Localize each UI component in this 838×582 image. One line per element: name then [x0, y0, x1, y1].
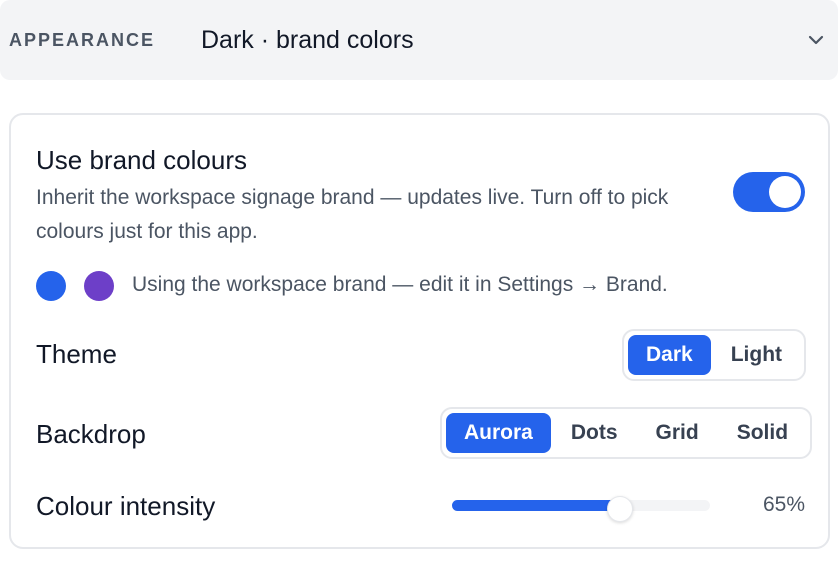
chevron-down-icon[interactable]	[806, 30, 826, 50]
theme-option-dark[interactable]: Dark	[628, 335, 711, 375]
appearance-section-header[interactable]: APPEARANCE Dark · brand colors	[0, 0, 838, 80]
appearance-card: Use brand colours Inherit the workspace …	[9, 113, 830, 549]
colour-intensity-slider[interactable]	[452, 496, 710, 522]
section-summary: Dark · brand colors	[201, 26, 414, 54]
slider-fill	[452, 500, 620, 511]
brand-colours-title: Use brand colours	[36, 145, 247, 175]
theme-option-light[interactable]: Light	[713, 335, 800, 375]
brand-colours-description: Inherit the workspace signage brand — up…	[36, 186, 669, 243]
theme-selector: Dark Light	[622, 329, 807, 381]
backdrop-option-grid[interactable]: Grid	[638, 413, 717, 453]
brand-colours-toggle[interactable]	[733, 172, 805, 212]
section-label: APPEARANCE	[9, 30, 156, 50]
brand-swatch-secondary	[84, 271, 114, 301]
backdrop-option-aurora[interactable]: Aurora	[446, 413, 551, 453]
slider-thumb[interactable]	[606, 496, 633, 522]
backdrop-label: Backdrop	[36, 419, 146, 449]
backdrop-option-dots[interactable]: Dots	[553, 413, 636, 453]
brand-source-note: Using the workspace brand — edit it in S…	[132, 273, 668, 296]
theme-label: Theme	[36, 339, 117, 369]
backdrop-option-solid[interactable]: Solid	[719, 413, 806, 453]
brand-swatch-primary	[36, 271, 66, 301]
colour-intensity-value: 65%	[763, 493, 806, 516]
toggle-knob	[769, 176, 801, 208]
colour-intensity-label: Colour intensity	[36, 491, 216, 521]
backdrop-selector: Aurora Dots Grid Solid	[440, 407, 813, 459]
